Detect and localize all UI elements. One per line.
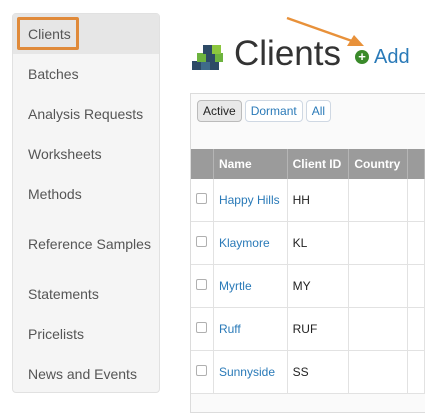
sidebar-item-label: Statements bbox=[28, 286, 99, 302]
column-header-country[interactable]: Country bbox=[348, 149, 408, 179]
filter-all-button[interactable]: All bbox=[305, 100, 332, 122]
table-row: Sunnyside SS bbox=[191, 350, 425, 394]
row-checkbox[interactable] bbox=[196, 279, 208, 290]
table-row: Ruff RUF bbox=[191, 307, 425, 351]
table-row: Myrtle MY bbox=[191, 264, 425, 308]
country-cell bbox=[348, 350, 408, 394]
row-checkbox[interactable] bbox=[196, 193, 208, 204]
sidebar-item-label: Pricelists bbox=[28, 326, 85, 342]
column-header-name[interactable]: Name bbox=[213, 149, 288, 179]
filter-active-button[interactable]: Active bbox=[197, 100, 242, 122]
sidebar-item-label: Reference Samples bbox=[28, 236, 151, 252]
sidebar-item-news-and-events[interactable]: News and Events bbox=[13, 354, 159, 394]
sidebar-item-worksheets[interactable]: Worksheets bbox=[13, 134, 159, 174]
clients-table: Name Client ID Country Happy Hills HH Kl… bbox=[191, 149, 425, 394]
column-header-more[interactable] bbox=[407, 149, 425, 179]
sidebar-item-label: Methods bbox=[28, 186, 82, 202]
table-row: Klaymore KL bbox=[191, 221, 425, 265]
row-checkbox[interactable] bbox=[196, 322, 208, 333]
client-id-cell: HH bbox=[287, 179, 350, 222]
client-name-link[interactable]: Happy Hills bbox=[219, 193, 280, 207]
sidebar-item-label: Analysis Requests bbox=[28, 106, 144, 122]
extra-cell bbox=[407, 221, 425, 265]
country-cell bbox=[348, 264, 408, 308]
sidebar-item-label: News and Events bbox=[28, 366, 137, 382]
add-client-button[interactable]: + Add bbox=[355, 44, 410, 70]
sidebar-item-analysis-requests[interactable]: Analysis Requests bbox=[13, 94, 159, 134]
client-id-cell: RUF bbox=[287, 307, 350, 351]
client-name-link[interactable]: Myrtle bbox=[219, 279, 252, 293]
sidebar-item-clients[interactable]: Clients bbox=[13, 14, 159, 54]
client-name-link[interactable]: Ruff bbox=[219, 322, 241, 336]
table-header-row: Name Client ID Country bbox=[191, 149, 425, 179]
extra-cell bbox=[407, 264, 425, 308]
sidebar-item-methods[interactable]: Methods bbox=[13, 174, 159, 214]
sidebar-item-batches[interactable]: Batches bbox=[13, 54, 159, 94]
sidebar-item-pricelists[interactable]: Pricelists bbox=[13, 314, 159, 354]
clients-blocks-icon bbox=[192, 45, 223, 70]
column-header-client-id[interactable]: Client ID bbox=[287, 149, 350, 179]
sidebar-item-statements[interactable]: Statements bbox=[13, 274, 159, 314]
highlight-box bbox=[17, 17, 79, 50]
sidebar-item-label: Worksheets bbox=[28, 146, 102, 162]
client-name-link[interactable]: Klaymore bbox=[219, 236, 270, 250]
client-id-cell: MY bbox=[287, 264, 350, 308]
client-id-cell: KL bbox=[287, 221, 350, 265]
client-name-link[interactable]: Sunnyside bbox=[219, 365, 275, 379]
sidebar-nav: Clients Batches Analysis Requests Worksh… bbox=[12, 13, 160, 393]
add-label: Add bbox=[374, 46, 410, 68]
row-checkbox[interactable] bbox=[196, 365, 208, 376]
select-all-column[interactable] bbox=[191, 149, 214, 179]
extra-cell bbox=[407, 307, 425, 351]
extra-cell bbox=[407, 350, 425, 394]
table-row: Happy Hills HH bbox=[191, 179, 425, 222]
sidebar-item-reference-samples[interactable]: Reference Samples bbox=[13, 214, 159, 274]
country-cell bbox=[348, 179, 408, 222]
review-state-filters: Active Dormant All bbox=[197, 100, 332, 122]
country-cell bbox=[348, 221, 408, 265]
row-checkbox[interactable] bbox=[196, 236, 208, 247]
sidebar-item-label: Batches bbox=[28, 66, 79, 82]
plus-circle-icon: + bbox=[355, 50, 369, 64]
extra-cell bbox=[407, 179, 425, 222]
filter-dormant-button[interactable]: Dormant bbox=[244, 100, 303, 122]
country-cell bbox=[348, 307, 408, 351]
client-id-cell: SS bbox=[287, 350, 350, 394]
